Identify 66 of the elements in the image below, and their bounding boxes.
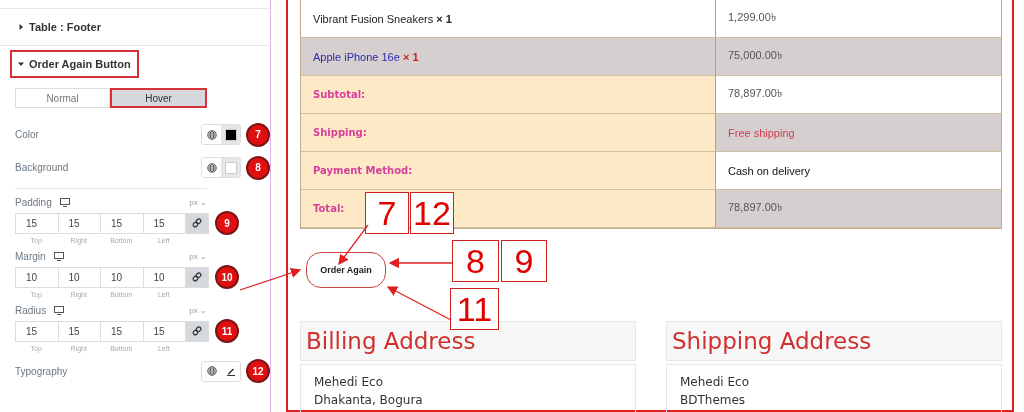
control-label: Typography xyxy=(15,365,69,377)
globe-icon xyxy=(206,129,217,140)
product-cell: Apple iPhone 16e × 1 xyxy=(301,38,716,76)
address-line: Mehedi Eco xyxy=(314,374,384,391)
annotation-arrow xyxy=(338,224,369,266)
product-cell: Vibrant Fusion Sneakers × 1 xyxy=(301,0,716,38)
control-label: Radius xyxy=(15,304,47,316)
color-control[interactable] xyxy=(201,124,241,145)
amount-cell: Free shipping xyxy=(716,114,1001,152)
number-input[interactable]: 15 xyxy=(101,321,144,341)
summary-label: Shipping: xyxy=(301,114,716,152)
order-again-button[interactable]: Order Again xyxy=(306,252,386,288)
caret-icon xyxy=(18,24,24,30)
section-header[interactable]: Table : Footer xyxy=(10,13,109,41)
address-line: Dhakanta, Bogura xyxy=(314,392,424,409)
pencil-icon xyxy=(225,366,236,376)
number-badge: 10 xyxy=(215,265,239,289)
state-tab[interactable]: Hover xyxy=(110,88,207,108)
number-input[interactable]: 15 xyxy=(58,213,101,233)
annotation-number: 9 xyxy=(501,240,547,282)
number-input[interactable]: 15 xyxy=(101,213,144,233)
amount-cell: 78,897.00৳ xyxy=(716,190,1001,228)
control-label: Margin xyxy=(15,250,46,262)
annotation-number: 8 xyxy=(452,240,499,282)
desktop-icon xyxy=(54,305,65,315)
number-badge: 8 xyxy=(246,155,270,180)
annotation-number: 12 xyxy=(410,192,454,234)
control-label: Color xyxy=(15,129,40,140)
summary-label: Payment Method: xyxy=(301,152,716,190)
globe-icon xyxy=(206,366,217,376)
link-icon xyxy=(192,272,202,282)
number-badge: 12 xyxy=(246,359,270,383)
address-heading: Billing Address xyxy=(300,321,636,361)
link-values-button[interactable] xyxy=(186,321,208,341)
number-badge: 11 xyxy=(215,319,239,343)
number-badge: 7 xyxy=(246,122,270,147)
amount-cell: 75,000.00৳ xyxy=(716,38,1001,76)
number-input[interactable]: 15 xyxy=(58,321,101,341)
link-icon xyxy=(192,218,202,228)
globe-icon xyxy=(206,162,217,173)
link-values-button[interactable] xyxy=(186,213,208,233)
number-input[interactable]: 10 xyxy=(16,267,59,287)
color-control[interactable] xyxy=(201,157,241,178)
number-input[interactable]: 15 xyxy=(16,213,59,233)
typography-control[interactable] xyxy=(201,360,241,382)
number-input[interactable]: 10 xyxy=(58,267,101,287)
caret-icon xyxy=(18,61,24,67)
annotation-arrow xyxy=(386,286,452,321)
number-badge: 9 xyxy=(215,211,239,235)
desktop-icon xyxy=(53,251,64,261)
annotation-arrow xyxy=(388,257,453,269)
desktop-icon xyxy=(59,197,70,207)
annotation-number: 7 xyxy=(365,192,409,234)
address-line: BDThemes xyxy=(680,392,747,409)
address-heading: Shipping Address xyxy=(666,321,1002,361)
number-input[interactable]: 10 xyxy=(101,267,144,287)
link-icon xyxy=(192,326,202,336)
number-input[interactable]: 15 xyxy=(16,321,59,341)
state-tab[interactable]: Normal xyxy=(15,88,110,108)
summary-label: Subtotal: xyxy=(301,76,716,114)
annotation-number: 11 xyxy=(450,288,499,330)
section-header[interactable]: Order Again Button xyxy=(10,50,139,78)
control-label: Background xyxy=(15,162,70,173)
address-line: Mehedi Eco xyxy=(680,374,750,391)
control-label: Padding xyxy=(15,196,52,208)
link-values-button[interactable] xyxy=(186,267,208,287)
